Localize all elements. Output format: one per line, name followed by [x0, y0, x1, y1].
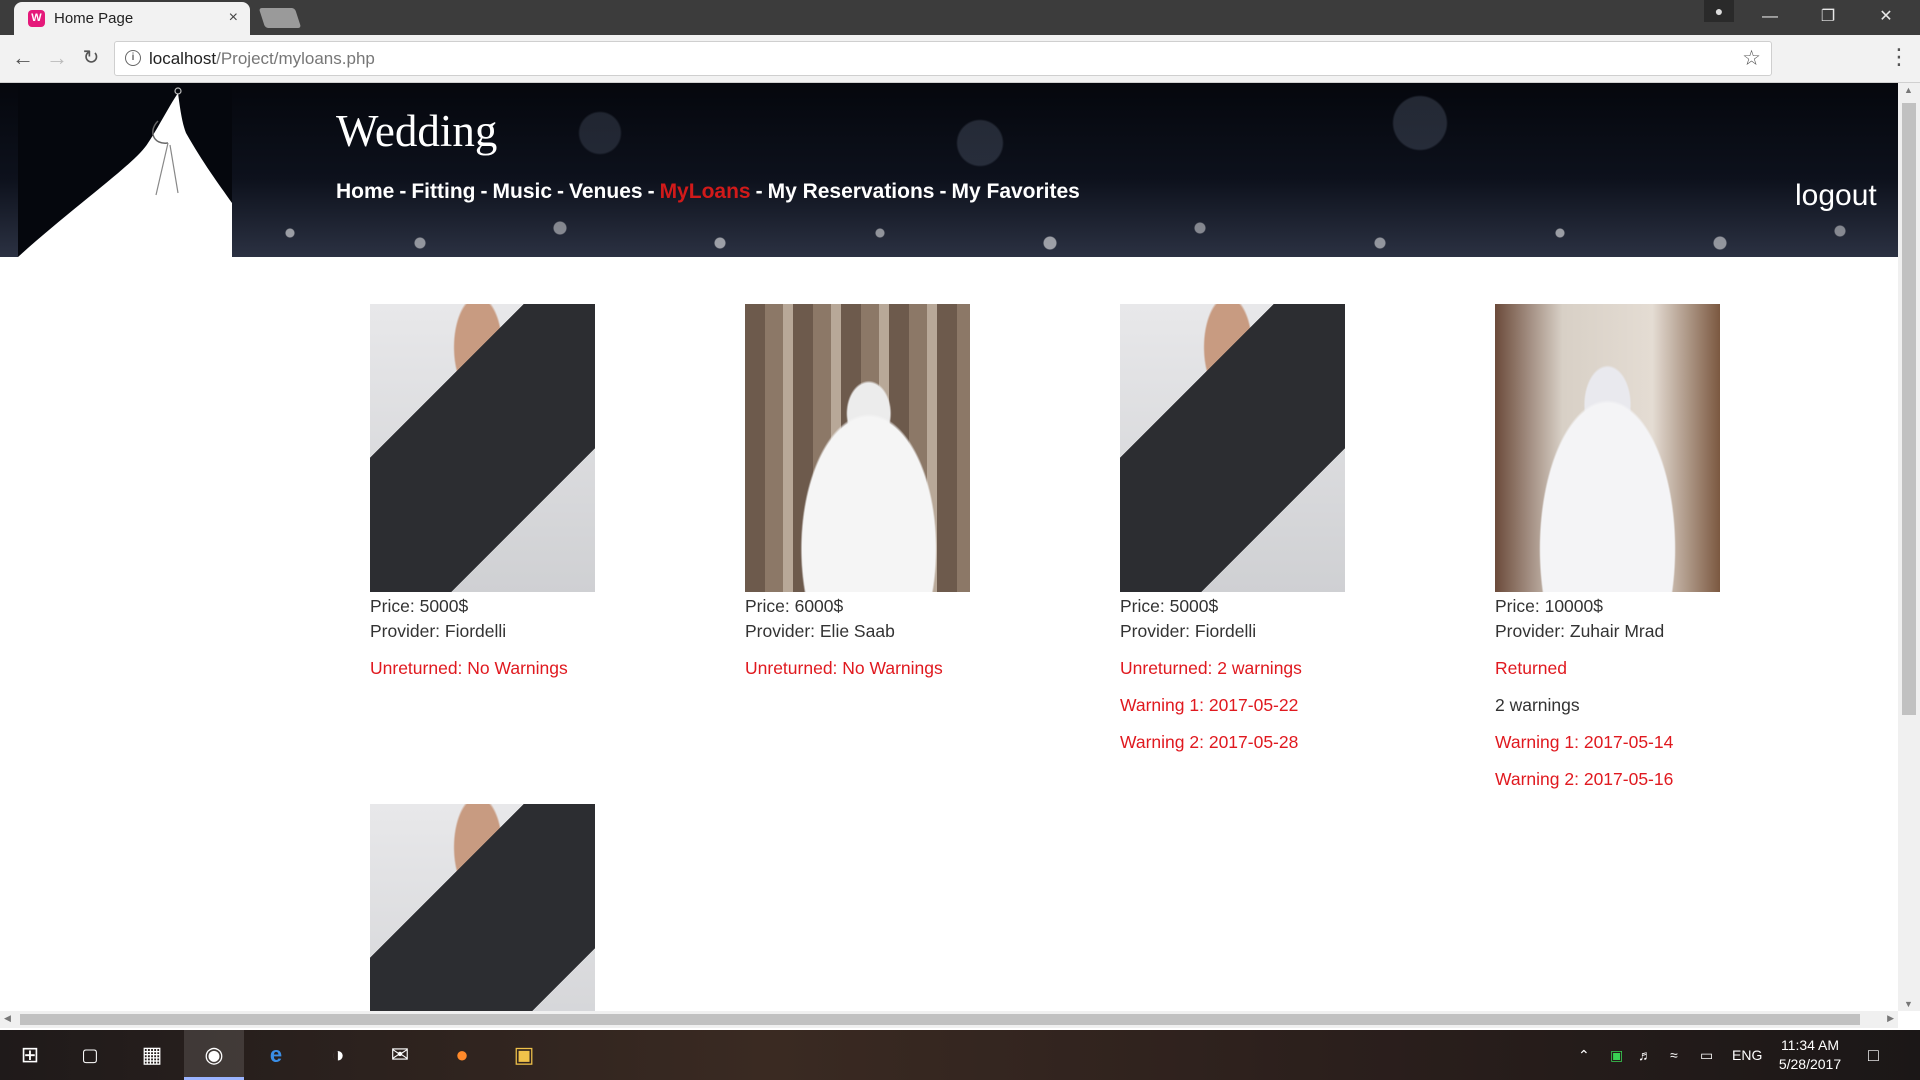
tab-close-icon[interactable]: ×	[229, 9, 238, 27]
close-window-button[interactable]: ✕	[1858, 0, 1914, 33]
minimize-button[interactable]: —	[1742, 0, 1798, 33]
edge-icon[interactable]: e	[246, 1030, 306, 1080]
site-title: Wedding	[336, 106, 498, 156]
restore-button[interactable]: ❐	[1800, 0, 1856, 33]
loan-card: Price: 6000$ Provider: Elie Saab Unretur…	[745, 304, 1075, 681]
nav-separator: -	[557, 180, 565, 203]
loan-price: Price: 5000$	[1120, 596, 1219, 616]
warnings-count: 2 warnings	[1495, 695, 1580, 715]
spreadsheet-app-icon[interactable]: ▦	[122, 1030, 182, 1080]
wifi-icon[interactable]: ≈	[1670, 1030, 1678, 1080]
loan-price: Price: 5000$	[370, 596, 469, 616]
loan-card	[370, 804, 700, 1011]
nav-separator: -	[480, 180, 488, 203]
warning-date: Warning 2: 2017-05-28	[1120, 732, 1299, 752]
eclipse-icon[interactable]: ◑	[308, 1030, 368, 1080]
site-nav: Home - Fitting - Music - Venues - MyLoans - My Res…	[336, 180, 1080, 204]
loan-status: Unreturned: 2 warnings	[1120, 658, 1302, 678]
browser-menu-icon[interactable]: ⋮	[1888, 45, 1910, 69]
tab-title: Home Page	[54, 10, 134, 27]
nav-music[interactable]: Music	[493, 180, 553, 203]
browser-tab[interactable]: W Home Page ×	[14, 2, 250, 35]
nav-fitting[interactable]: Fitting	[411, 180, 475, 203]
loan-provider: Provider: Fiordelli	[1120, 621, 1257, 641]
bookmark-star-icon[interactable]: ☆	[1742, 46, 1761, 71]
language-indicator[interactable]: ENG	[1732, 1030, 1762, 1080]
chrome-icon[interactable]: ◉	[184, 1030, 244, 1080]
info-icon[interactable]: i	[125, 50, 141, 66]
address-bar[interactable]: i localhost/Project/myloans.php ☆	[114, 41, 1772, 76]
taskbar: ⊞ ▢ ▦ ◉ e ◑ ✉ ● ▣ ⌃ ▣ ♬ ≈ ▭ ENG 11:34 AM…	[0, 1030, 1920, 1080]
suit-image[interactable]	[1120, 304, 1345, 592]
nav-separator: -	[399, 180, 407, 203]
scroll-down-icon[interactable]: ▼	[1904, 999, 1913, 1009]
file-explorer-icon[interactable]: ▣	[494, 1030, 554, 1080]
scrollbar-thumb[interactable]	[1902, 103, 1916, 715]
tray-chevron-icon[interactable]: ⌃	[1578, 1030, 1590, 1080]
loan-card: Price: 10000$ Provider: Zuhair Mrad Retu…	[1495, 304, 1825, 792]
nav-home[interactable]: Home	[336, 180, 394, 203]
loan-provider: Provider: Elie Saab	[745, 621, 895, 641]
nav-separator: -	[647, 180, 655, 203]
volume-icon[interactable]: ♬	[1638, 1030, 1652, 1080]
scrollbar-thumb[interactable]	[20, 1014, 1860, 1025]
warning-date: Warning 2: 2017-05-16	[1495, 769, 1674, 789]
nav-separator: -	[939, 180, 947, 203]
nav-myloans[interactable]: MyLoans	[660, 180, 751, 203]
nav-my-favorites[interactable]: My Favorites	[951, 180, 1079, 203]
loan-status: Unreturned: No Warnings	[370, 658, 568, 678]
suit-image[interactable]	[370, 304, 595, 592]
firefox-icon[interactable]: ●	[432, 1030, 492, 1080]
dress-image[interactable]	[745, 304, 970, 592]
loan-card: Price: 5000$ Provider: Fiordelli Unretur…	[1120, 304, 1450, 755]
warning-date: Warning 1: 2017-05-14	[1495, 732, 1674, 752]
site-favicon-icon: W	[28, 10, 45, 27]
mail-icon[interactable]: ✉	[370, 1030, 430, 1080]
nav-venues[interactable]: Venues	[569, 180, 643, 203]
clock[interactable]: 11:34 AM 5/28/2017	[1770, 1036, 1850, 1074]
loan-card: Price: 5000$ Provider: Fiordelli Unretur…	[370, 304, 700, 681]
scroll-left-icon[interactable]: ◀	[4, 1013, 11, 1024]
browser-toolbar: ← → ↻ i localhost/Project/myloans.php ☆ …	[0, 35, 1920, 83]
vertical-scrollbar[interactable]: ▲ ▼	[1898, 83, 1920, 1011]
clock-time: 11:34 AM	[1780, 1037, 1840, 1053]
horizontal-scrollbar[interactable]: ◀ ▶	[0, 1011, 1898, 1028]
scroll-up-icon[interactable]: ▲	[1904, 85, 1913, 95]
task-view-icon[interactable]: ▢	[60, 1030, 120, 1080]
forward-arrow-icon[interactable]: →	[44, 45, 70, 71]
nav-my-reservations[interactable]: My Reservations	[768, 180, 935, 203]
loan-provider: Provider: Zuhair Mrad	[1495, 621, 1665, 641]
suit-image[interactable]	[370, 804, 595, 1011]
loan-status: Unreturned: No Warnings	[745, 658, 943, 678]
scroll-right-icon[interactable]: ▶	[1887, 1013, 1894, 1024]
windows-start-icon[interactable]: ⊞	[0, 1030, 60, 1080]
loan-provider: Provider: Fiordelli	[370, 621, 507, 641]
reload-icon[interactable]: ↻	[78, 45, 104, 71]
loan-status: Returned	[1495, 658, 1567, 678]
dress-logo-icon	[18, 83, 232, 257]
server-tray-icon[interactable]: ▣	[1610, 1030, 1623, 1080]
back-arrow-icon[interactable]: ←	[10, 45, 36, 71]
loan-price: Price: 6000$	[745, 596, 844, 616]
dress-image[interactable]	[1495, 304, 1720, 592]
loan-price: Price: 10000$	[1495, 596, 1603, 616]
logout-link[interactable]: logout	[1795, 179, 1877, 213]
warning-date: Warning 1: 2017-05-22	[1120, 695, 1299, 715]
new-tab-button[interactable]	[258, 8, 302, 28]
profile-icon[interactable]: ●	[1704, 0, 1734, 22]
url-text[interactable]: localhost/Project/myloans.php	[149, 49, 375, 69]
site-header: Wedding Home - Fitting - Music - Venues - MyLoan…	[0, 83, 1898, 257]
nav-separator: -	[755, 180, 763, 203]
notifications-icon[interactable]: □	[1868, 1030, 1879, 1080]
battery-icon[interactable]: ▭	[1700, 1030, 1713, 1080]
clock-date: 5/28/2017	[1778, 1056, 1842, 1072]
browser-titlebar: W Home Page × ● — ❐ ✕	[0, 0, 1920, 35]
